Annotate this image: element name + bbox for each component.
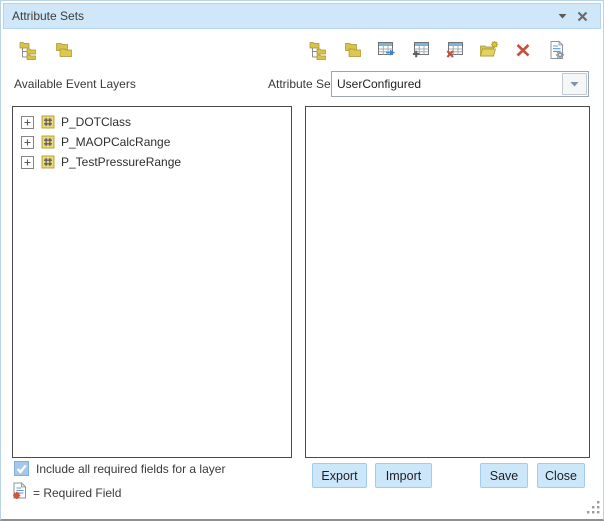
event-layer-icon (41, 155, 55, 169)
layer-name: P_DOTClass (61, 115, 131, 129)
event-layers-list[interactable]: P_DOTClass P_MAOPCalcRange (12, 106, 292, 458)
add-table-button[interactable] (411, 40, 431, 60)
chevron-down-icon (570, 81, 579, 87)
table-properties-icon (547, 40, 567, 60)
attribute-set-list[interactable] (305, 106, 590, 458)
expand-attribute-set-button[interactable] (309, 40, 329, 60)
remove-table-icon (445, 40, 465, 60)
open-attribute-set-button[interactable] (479, 40, 499, 60)
include-required-row: Include all required fields for a layer (14, 461, 225, 476)
expand-tree-icon (19, 40, 39, 60)
remove-table-button[interactable] (445, 40, 465, 60)
expand-icon[interactable] (21, 116, 34, 129)
panel-dropdown-button[interactable] (552, 6, 572, 26)
import-button[interactable]: Import (375, 463, 432, 488)
open-folder-icon (54, 40, 74, 60)
tree-row[interactable]: P_TestPressureRange (13, 152, 291, 172)
save-button[interactable]: Save (480, 463, 528, 488)
expand-tree-icon (309, 40, 329, 60)
chevron-down-icon (558, 13, 567, 19)
attribute-set-combobox[interactable]: UserConfigured (331, 71, 589, 97)
open-folder-icon (343, 40, 363, 60)
close-icon (577, 11, 588, 22)
tree-row[interactable]: P_MAOPCalcRange (13, 132, 291, 152)
required-field-legend: = Required Field (12, 482, 121, 503)
layer-name: P_MAOPCalcRange (61, 135, 170, 149)
resize-grip-icon (587, 501, 600, 514)
required-field-icon (12, 482, 28, 503)
tree-row[interactable]: P_DOTClass (13, 112, 291, 132)
attribute-set-value: UserConfigured (337, 77, 558, 91)
table-properties-button[interactable] (547, 40, 567, 60)
add-table-icon (411, 40, 431, 60)
export-table-icon (377, 40, 397, 60)
include-required-checkbox[interactable] (14, 461, 29, 476)
attribute-set-label: Attribute Set: (268, 77, 337, 91)
attribute-sets-window: Attribute Sets (0, 0, 604, 521)
delete-button[interactable] (513, 40, 533, 60)
combobox-dropdown-button[interactable] (562, 73, 587, 95)
export-table-button[interactable] (377, 40, 397, 60)
event-layer-icon (41, 115, 55, 129)
close-button-footer[interactable]: Close (537, 463, 585, 488)
expand-icon[interactable] (21, 156, 34, 169)
resize-grip[interactable] (587, 501, 600, 517)
open-attribute-set-icon (479, 40, 499, 60)
include-required-label: Include all required fields for a layer (36, 462, 225, 476)
export-button[interactable]: Export (312, 463, 367, 488)
expand-icon[interactable] (21, 136, 34, 149)
expand-event-layers-button[interactable] (19, 40, 39, 60)
collapse-attribute-set-button[interactable] (343, 40, 363, 60)
delete-icon (515, 42, 531, 58)
close-button[interactable] (572, 6, 592, 26)
layer-name: P_TestPressureRange (61, 155, 181, 169)
titlebar: Attribute Sets (3, 3, 601, 29)
checkmark-icon (15, 462, 28, 475)
required-field-label: = Required Field (33, 486, 121, 500)
window-title: Attribute Sets (12, 9, 552, 23)
event-layer-icon (41, 135, 55, 149)
collapse-event-layers-button[interactable] (54, 40, 74, 60)
available-event-layers-label: Available Event Layers (14, 77, 136, 91)
attribute-set-toolbar (309, 40, 567, 60)
event-layers-toolbar (19, 40, 74, 60)
